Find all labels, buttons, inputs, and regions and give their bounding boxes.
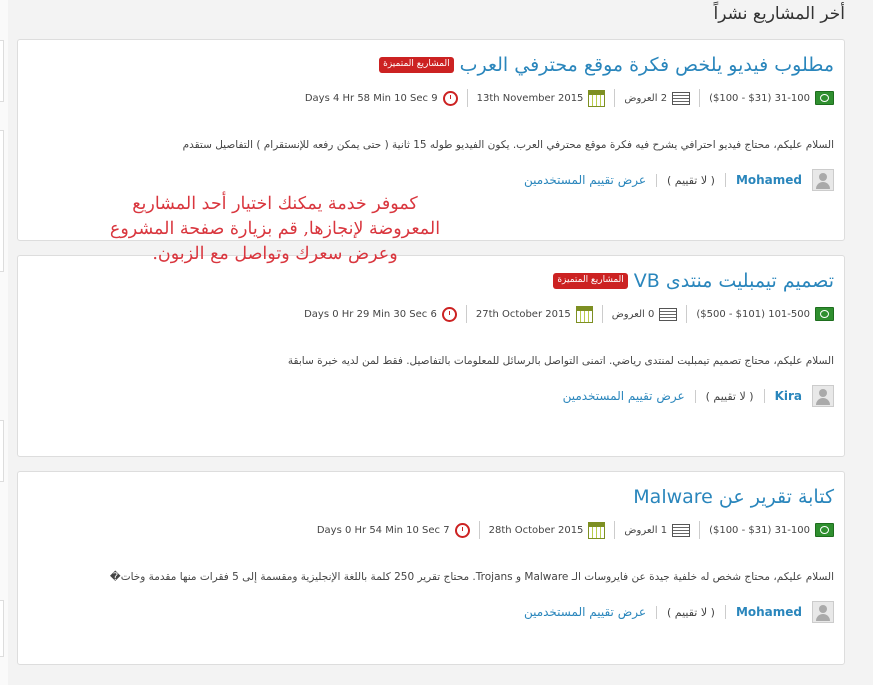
clock-icon (441, 306, 457, 322)
user-avatar (812, 169, 834, 191)
remaining-text: 9 Days 4 Hr 58 Min 10 Sec (304, 92, 438, 104)
date-meta: 13th November 2015 (466, 89, 615, 107)
offers-text: 1 العروض (624, 524, 668, 536)
calendar-icon (588, 89, 606, 107)
offers-icon (659, 307, 678, 321)
user-link[interactable]: Mohamed (724, 173, 802, 187)
sidebar-box (0, 600, 4, 657)
project-title[interactable]: تصميم تيمبليت منتدى VB (634, 270, 834, 292)
date-text: 13th November 2015 (476, 92, 584, 104)
date-text: 27th October 2015 (475, 308, 571, 320)
annotation-text: كموفر خدمة يمكنك اختيار أحد المشاريع الم… (75, 192, 475, 267)
remaining-meta: 7 Days 0 Hr 54 Min 10 Sec (308, 521, 479, 539)
budget-meta: 31-100 ($31 - $100) (699, 89, 834, 107)
annotation-line: كموفر خدمة يمكنك اختيار أحد المشاريع (132, 194, 418, 214)
remaining-meta: 6 Days 0 Hr 29 Min 30 Sec (295, 305, 466, 323)
rating-text: ( لا تقييم ) (656, 605, 725, 619)
left-sidebar-edge (0, 0, 8, 685)
project-title[interactable]: مطلوب فيديو يلخص فكرة موقع محترفي العرب (460, 54, 834, 76)
budget-text: 31-100 ($31 - $100) (709, 92, 810, 104)
date-meta: 28th October 2015 (478, 521, 615, 539)
sidebar-box (0, 130, 4, 272)
project-description: السلام عليكم، محتاج تصميم تيمبليت لمنتدى… (287, 355, 834, 367)
remaining-text: 7 Days 0 Hr 54 Min 10 Sec (316, 524, 450, 536)
project-title[interactable]: كتابة تقرير عن Malware (633, 486, 834, 508)
money-icon (815, 523, 834, 537)
offers-icon (672, 523, 691, 537)
clock-icon (442, 90, 458, 106)
remaining-text: 6 Days 0 Hr 29 Min 30 Sec (304, 308, 437, 320)
view-ratings-link[interactable]: عرض تقييم المستخدمين (524, 173, 656, 187)
project-card: كتابة تقرير عن Malware 31-100 ($31 - $10… (17, 471, 845, 665)
date-text: 28th October 2015 (488, 524, 584, 536)
rating-text: ( لا تقييم ) (656, 173, 725, 187)
user-avatar (812, 601, 834, 623)
offers-text: 0 العروض (611, 308, 655, 320)
sidebar-box (0, 420, 4, 482)
view-ratings-link[interactable]: عرض تقييم المستخدمين (563, 389, 695, 403)
featured-badge: المشاريع المتميزة (553, 273, 628, 289)
offers-meta: 0 العروض (601, 305, 687, 323)
sidebar-box (0, 40, 4, 102)
project-description: السلام عليكم، محتاج فيديو احترافي يشرح ف… (182, 139, 834, 151)
user-avatar (812, 385, 834, 407)
annotation-line: وعرض سعرك وتواصل مع الزبون. (152, 244, 398, 264)
offers-meta: 2 العروض (614, 89, 699, 107)
view-ratings-link[interactable]: عرض تقييم المستخدمين (524, 605, 656, 619)
user-link[interactable]: Mohamed (724, 605, 802, 619)
offers-text: 2 العروض (624, 92, 668, 104)
user-link[interactable]: Kira (763, 389, 802, 403)
budget-text: 101-500 ($101 - $500) (696, 308, 810, 320)
calendar-icon (575, 305, 593, 323)
money-icon (815, 91, 834, 105)
calendar-icon (588, 521, 606, 539)
budget-text: 31-100 ($31 - $100) (709, 524, 810, 536)
project-description: السلام عليكم، محتاج شخص له خلفية جيدة عن… (109, 571, 834, 583)
rating-text: ( لا تقييم ) (694, 389, 764, 403)
offers-meta: 1 العروض (614, 521, 699, 539)
budget-meta: 31-100 ($31 - $100) (699, 521, 834, 539)
offers-icon (672, 91, 691, 105)
featured-badge: المشاريع المتميزة (379, 57, 454, 73)
project-card: تصميم تيمبليت منتدى VB المشاريع المتميزة… (17, 255, 845, 457)
clock-icon (454, 522, 470, 538)
money-icon (815, 307, 834, 321)
annotation-line: المعروضة لإنجازها, قم بزيارة صفحة المشرو… (109, 219, 441, 239)
date-meta: 27th October 2015 (465, 305, 602, 323)
budget-meta: 101-500 ($101 - $500) (686, 305, 834, 323)
remaining-meta: 9 Days 4 Hr 58 Min 10 Sec (296, 89, 467, 107)
section-title: أخر المشاريع نشراً (713, 4, 845, 24)
